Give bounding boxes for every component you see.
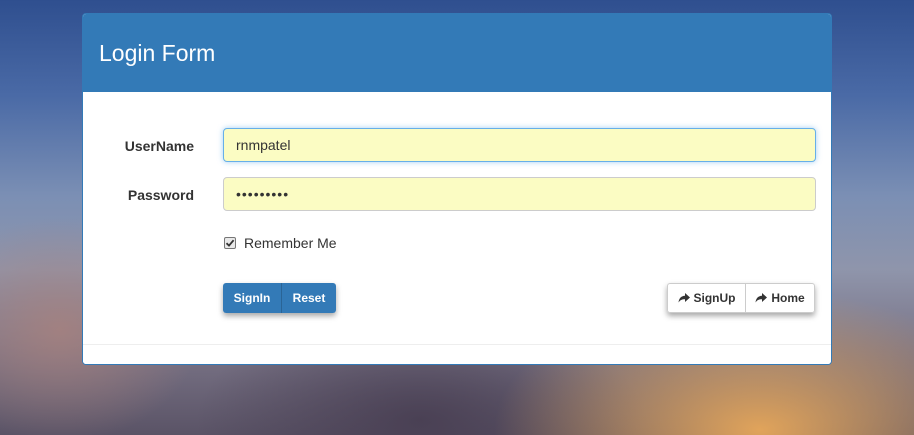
share-arrow-icon	[755, 293, 768, 303]
remember-me-label: Remember Me	[244, 235, 337, 251]
panel-footer	[83, 344, 831, 364]
home-button-label: Home	[771, 291, 805, 305]
signup-button-label: SignUp	[693, 291, 736, 305]
login-panel: Login Form UserName Password Remember Me…	[82, 13, 832, 365]
remember-me-row[interactable]: Remember Me	[224, 235, 337, 251]
password-label: Password	[127, 187, 194, 203]
nav-button-group: SignUp Home	[667, 283, 815, 313]
signup-button[interactable]: SignUp	[667, 283, 745, 313]
signin-button[interactable]: SignIn	[223, 283, 282, 313]
login-button-group: SignIn Reset	[223, 283, 336, 313]
panel-title: Login Form	[99, 39, 216, 66]
reset-button[interactable]: Reset	[282, 283, 336, 313]
share-arrow-icon	[678, 293, 690, 303]
home-button[interactable]: Home	[745, 283, 815, 313]
checkmark-icon	[225, 239, 235, 247]
panel-heading: Login Form	[83, 14, 831, 92]
username-label: UserName	[124, 138, 194, 154]
remember-me-checkbox[interactable]	[224, 237, 236, 249]
password-input[interactable]	[223, 177, 816, 211]
username-input[interactable]	[223, 128, 816, 162]
